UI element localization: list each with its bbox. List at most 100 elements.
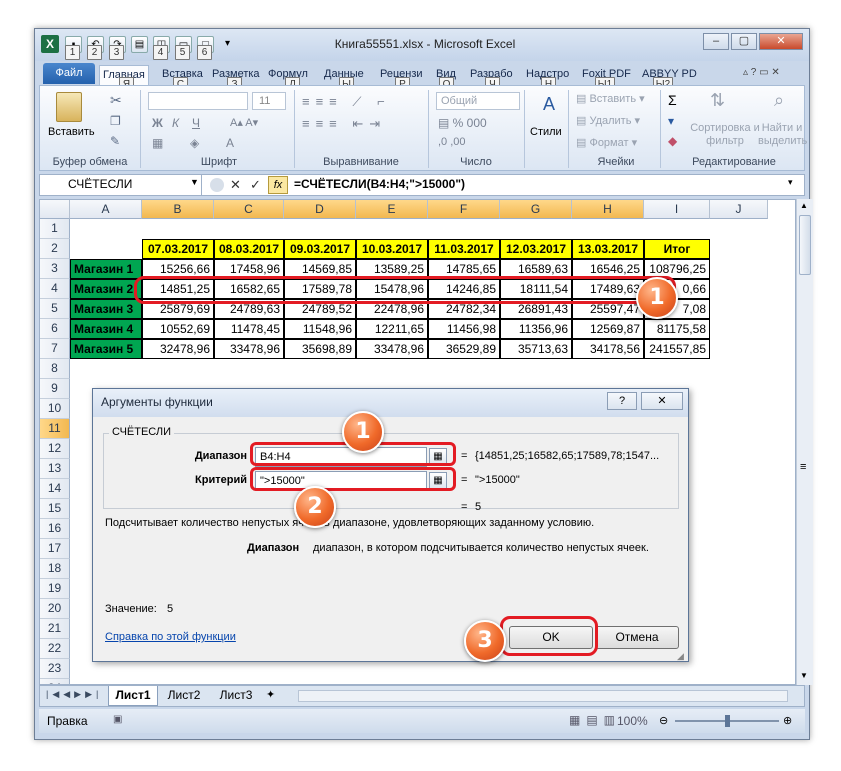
cancel-button[interactable]: Отмена	[595, 626, 679, 649]
borders-icon[interactable]: ▦	[152, 136, 163, 150]
value-cell[interactable]: 36529,89	[428, 339, 500, 359]
ribbon-window-controls[interactable]: ▵ ? ▭ ✕	[743, 67, 780, 78]
row-header[interactable]: 18	[40, 559, 70, 579]
paste-icon[interactable]	[56, 92, 82, 122]
row-header[interactable]: 12	[40, 439, 70, 459]
expand-formula-icon[interactable]: ▾	[788, 177, 793, 188]
row-header[interactable]: 13	[40, 459, 70, 479]
insert-function-icon[interactable]: fx	[268, 176, 288, 194]
maximize-button[interactable]: ▢	[731, 33, 757, 50]
styles-label[interactable]: Стили	[530, 126, 562, 138]
column-header[interactable]: F	[428, 200, 500, 219]
name-box[interactable]: СЧЁТЕСЛИ	[40, 175, 202, 195]
value-cell[interactable]: 32478,96	[142, 339, 214, 359]
customize-qat-icon[interactable]: ▾	[225, 38, 230, 49]
number-format-box[interactable]: Общий	[436, 92, 520, 110]
row-header[interactable]: 9	[40, 379, 70, 399]
sheet-tab[interactable]: Лист2	[160, 687, 208, 705]
sort-filter-icon[interactable]: ⇅	[710, 90, 725, 111]
decimal-icons[interactable]: ,0 ,00	[438, 136, 466, 148]
row-header[interactable]: 8	[40, 359, 70, 379]
row-header[interactable]: 17	[40, 539, 70, 559]
sheet-tab[interactable]: Лист3	[212, 687, 260, 705]
row-header[interactable]: 11	[40, 419, 70, 439]
row-header[interactable]: 7	[40, 339, 70, 359]
shop-name-cell[interactable]: Магазин 1	[70, 259, 142, 279]
zoom-in-icon[interactable]: ⊕	[783, 714, 792, 727]
column-header[interactable]: I	[644, 200, 710, 219]
row-header[interactable]: 3	[40, 259, 70, 279]
styles-icon[interactable]: A	[536, 94, 562, 116]
horizontal-scrollbar[interactable]	[298, 690, 788, 702]
row-header[interactable]: 22	[40, 639, 70, 659]
row-header[interactable]: 4	[40, 279, 70, 299]
date-header-cell[interactable]: 10.03.2017	[356, 239, 428, 259]
clear-icon[interactable]: ◆	[668, 134, 677, 148]
row-header[interactable]: 20	[40, 599, 70, 619]
cancel-formula-icon[interactable]: ✕	[230, 177, 241, 193]
view-buttons[interactable]: ▦▤▥	[569, 713, 621, 727]
column-header[interactable]: J	[710, 200, 768, 219]
autosum-icon[interactable]: Σ	[668, 92, 677, 108]
formula-input[interactable]: =СЧЁТЕСЛИ(B4:H4;">15000")	[294, 175, 465, 195]
print-icon[interactable]: ▤	[131, 36, 148, 53]
close-window-button[interactable]: ✕	[759, 33, 803, 50]
font-size-box[interactable]: 11	[252, 92, 286, 110]
value-cell[interactable]: 11456,98	[428, 319, 500, 339]
cells-format[interactable]: ▤ Формат ▾	[576, 136, 637, 149]
shop-name-cell[interactable]: Магазин 2	[70, 279, 142, 299]
enter-formula-icon[interactable]: ✓	[250, 177, 261, 193]
split-handle-icon[interactable]: ≡	[800, 461, 806, 473]
zoom-slider-thumb[interactable]	[725, 715, 730, 727]
dialog-close-button[interactable]: ✕	[641, 392, 683, 410]
value-cell[interactable]: 241557,85	[644, 339, 710, 359]
cells-insert[interactable]: ▤ Вставить ▾	[576, 92, 645, 105]
zoom-out-icon[interactable]: ⊖	[659, 714, 668, 727]
name-box-dropdown-icon[interactable]: ▼	[190, 177, 199, 187]
date-header-cell[interactable]: 08.03.2017	[214, 239, 284, 259]
value-cell[interactable]: 33478,96	[356, 339, 428, 359]
help-link[interactable]: Справка по этой функции	[105, 631, 236, 643]
row-header[interactable]: 15	[40, 499, 70, 519]
currency-icons[interactable]: ▤ % 000	[438, 116, 487, 130]
row-header[interactable]: 2	[40, 239, 70, 259]
row-header[interactable]: 10	[40, 399, 70, 419]
value-cell[interactable]: 12211,65	[356, 319, 428, 339]
row-header[interactable]: 1	[40, 219, 70, 239]
vertical-scrollbar[interactable]: ▲ ≡ ▼	[796, 199, 813, 685]
scroll-thumb[interactable]	[799, 215, 811, 275]
row-header[interactable]: 14	[40, 479, 70, 499]
value-cell[interactable]: 35713,63	[500, 339, 572, 359]
bold-icon[interactable]: Ж	[152, 116, 163, 130]
row-header[interactable]: 16	[40, 519, 70, 539]
column-header[interactable]: A	[70, 200, 142, 219]
help-button[interactable]: ?	[607, 392, 637, 410]
scroll-up-icon[interactable]: ▲	[800, 201, 808, 210]
row-header[interactable]: 19	[40, 579, 70, 599]
column-header[interactable]: D	[284, 200, 356, 219]
column-header[interactable]: H	[572, 200, 644, 219]
copy-icon[interactable]: ❐	[110, 114, 121, 128]
fill-icon[interactable]: ▾	[668, 114, 674, 128]
row-header[interactable]: 5	[40, 299, 70, 319]
paste-label[interactable]: Вставить	[48, 126, 95, 138]
date-header-cell[interactable]: 13.03.2017	[572, 239, 644, 259]
value-cell[interactable]: 35698,89	[284, 339, 356, 359]
column-header[interactable]: E	[356, 200, 428, 219]
sheet-tab-active[interactable]: Лист1	[108, 686, 158, 706]
grow-font-icon[interactable]: A▴ A▾	[230, 116, 258, 129]
value-cell[interactable]: 81175,58	[644, 319, 710, 339]
underline-icon[interactable]: Ч	[192, 116, 200, 130]
value-cell[interactable]: 33478,96	[214, 339, 284, 359]
zoom-level[interactable]: 100%	[617, 714, 648, 728]
italic-icon[interactable]: К	[172, 116, 179, 130]
font-color-icon[interactable]: A	[226, 136, 234, 150]
scroll-down-icon[interactable]: ▼	[800, 671, 808, 680]
date-header-cell[interactable]: Итог	[644, 239, 710, 259]
format-painter-icon[interactable]: ✎	[110, 134, 120, 148]
value-cell[interactable]: 12569,87	[572, 319, 644, 339]
column-header[interactable]: G	[500, 200, 572, 219]
row-header[interactable]: 23	[40, 659, 70, 679]
column-header[interactable]: B	[142, 200, 214, 219]
value-cell[interactable]: 11478,45	[214, 319, 284, 339]
